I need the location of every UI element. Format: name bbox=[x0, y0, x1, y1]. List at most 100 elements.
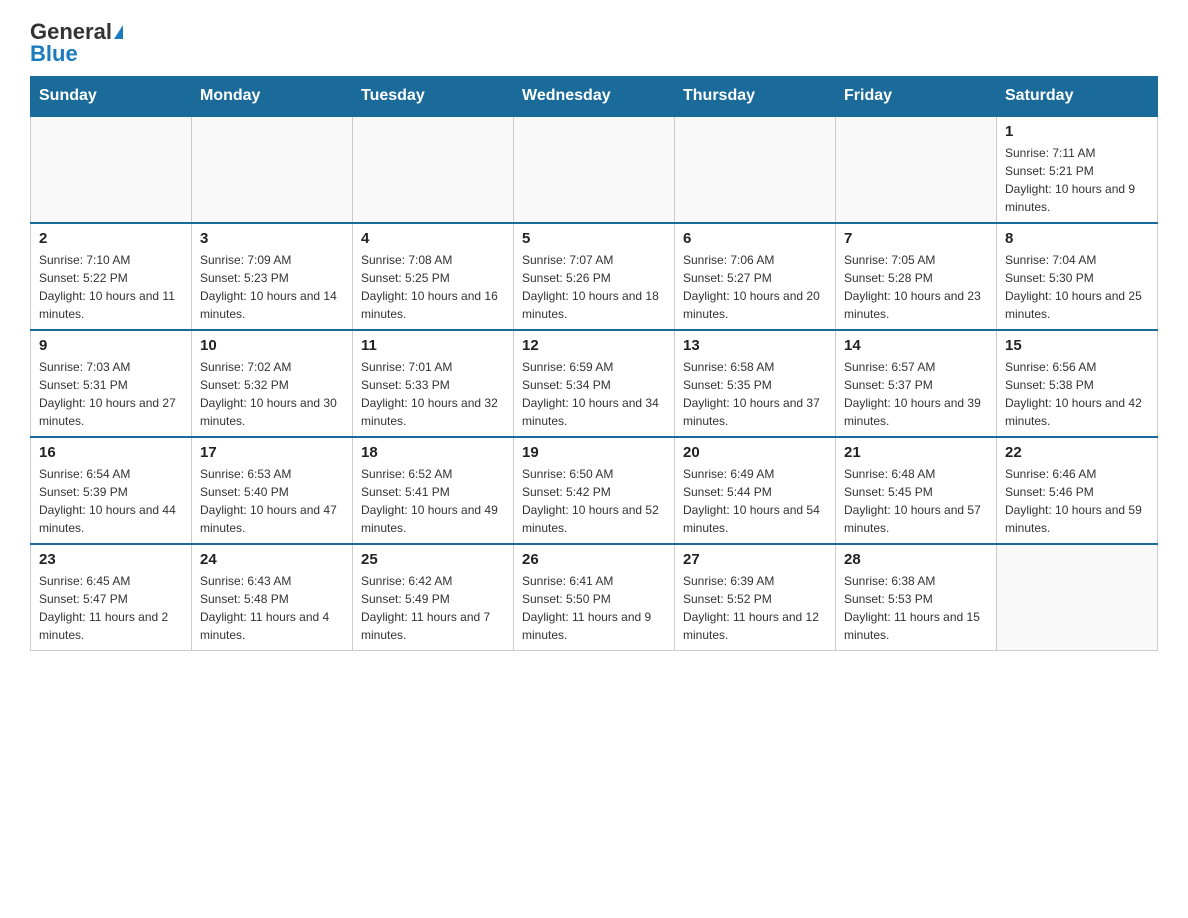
day-cell: 3 Sunrise: 7:09 AMSunset: 5:23 PMDaylight… bbox=[192, 223, 353, 330]
day-number: 10 bbox=[200, 337, 344, 354]
day-number: 26 bbox=[522, 551, 666, 568]
day-cell bbox=[997, 544, 1158, 651]
day-info: Sunrise: 6:48 AMSunset: 5:45 PMDaylight:… bbox=[844, 465, 988, 537]
day-cell bbox=[31, 116, 192, 223]
day-number: 13 bbox=[683, 337, 827, 354]
day-info: Sunrise: 6:45 AMSunset: 5:47 PMDaylight:… bbox=[39, 572, 183, 644]
day-number: 23 bbox=[39, 551, 183, 568]
day-cell: 6Sunrise: 7:06 AMSunset: 5:27 PMDaylight… bbox=[675, 223, 836, 330]
day-info: Sunrise: 7:08 AMSunset: 5:25 PMDaylight:… bbox=[361, 251, 505, 323]
day-cell: 14 Sunrise: 6:57 AMSunset: 5:37 PMDayligh… bbox=[836, 330, 997, 437]
logo-blue: Blue bbox=[30, 42, 78, 66]
day-number: 18 bbox=[361, 444, 505, 461]
day-info: Sunrise: 6:53 AMSunset: 5:40 PMDaylight:… bbox=[200, 465, 344, 537]
day-header-thursday: Thursday bbox=[675, 77, 836, 117]
day-info: Sunrise: 7:07 AMSunset: 5:26 PMDaylight:… bbox=[522, 251, 666, 323]
day-info: Sunrise: 7:01 AMSunset: 5:33 PMDaylight:… bbox=[361, 358, 505, 430]
day-info: Sunrise: 6:43 AMSunset: 5:48 PMDaylight:… bbox=[200, 572, 344, 644]
day-cell: 5 Sunrise: 7:07 AMSunset: 5:26 PMDaylight… bbox=[514, 223, 675, 330]
day-header-wednesday: Wednesday bbox=[514, 77, 675, 117]
calendar-body: 1Sunrise: 7:11 AMSunset: 5:21 PMDaylight… bbox=[31, 116, 1158, 651]
day-cell: 11 Sunrise: 7:01 AMSunset: 5:33 PMDayligh… bbox=[353, 330, 514, 437]
day-cell: 9 Sunrise: 7:03 AMSunset: 5:31 PMDaylight… bbox=[31, 330, 192, 437]
day-info: Sunrise: 6:41 AMSunset: 5:50 PMDaylight:… bbox=[522, 572, 666, 644]
day-cell: 20 Sunrise: 6:49 AMSunset: 5:44 PMDayligh… bbox=[675, 437, 836, 544]
day-info: Sunrise: 6:52 AMSunset: 5:41 PMDaylight:… bbox=[361, 465, 505, 537]
calendar-table: SundayMondayTuesdayWednesdayThursdayFrid… bbox=[30, 76, 1158, 651]
logo: General Blue bbox=[30, 20, 123, 66]
day-number: 22 bbox=[1005, 444, 1149, 461]
logo-triangle-icon bbox=[114, 25, 123, 39]
day-cell bbox=[675, 116, 836, 223]
day-info: Sunrise: 6:46 AMSunset: 5:46 PMDaylight:… bbox=[1005, 465, 1149, 537]
day-cell: 27 Sunrise: 6:39 AMSunset: 5:52 PMDayligh… bbox=[675, 544, 836, 651]
day-number: 14 bbox=[844, 337, 988, 354]
day-number: 16 bbox=[39, 444, 183, 461]
day-cell bbox=[514, 116, 675, 223]
day-header-friday: Friday bbox=[836, 77, 997, 117]
day-number: 11 bbox=[361, 337, 505, 354]
day-number: 20 bbox=[683, 444, 827, 461]
day-cell: 21 Sunrise: 6:48 AMSunset: 5:45 PMDayligh… bbox=[836, 437, 997, 544]
day-header-monday: Monday bbox=[192, 77, 353, 117]
day-cell: 13 Sunrise: 6:58 AMSunset: 5:35 PMDayligh… bbox=[675, 330, 836, 437]
day-number: 17 bbox=[200, 444, 344, 461]
day-cell: 10 Sunrise: 7:02 AMSunset: 5:32 PMDayligh… bbox=[192, 330, 353, 437]
day-number: 9 bbox=[39, 337, 183, 354]
day-header-tuesday: Tuesday bbox=[353, 77, 514, 117]
day-cell bbox=[353, 116, 514, 223]
day-info: Sunrise: 7:04 AMSunset: 5:30 PMDaylight:… bbox=[1005, 251, 1149, 323]
days-of-week-row: SundayMondayTuesdayWednesdayThursdayFrid… bbox=[31, 77, 1158, 117]
day-number: 7 bbox=[844, 230, 988, 247]
day-number: 21 bbox=[844, 444, 988, 461]
day-number: 1 bbox=[1005, 123, 1149, 140]
day-info: Sunrise: 6:54 AMSunset: 5:39 PMDaylight:… bbox=[39, 465, 183, 537]
calendar-header: SundayMondayTuesdayWednesdayThursdayFrid… bbox=[31, 77, 1158, 117]
week-row-3: 9 Sunrise: 7:03 AMSunset: 5:31 PMDaylight… bbox=[31, 330, 1158, 437]
week-row-4: 16 Sunrise: 6:54 AMSunset: 5:39 PMDayligh… bbox=[31, 437, 1158, 544]
day-number: 24 bbox=[200, 551, 344, 568]
day-info: Sunrise: 7:03 AMSunset: 5:31 PMDaylight:… bbox=[39, 358, 183, 430]
day-number: 6 bbox=[683, 230, 827, 247]
day-number: 27 bbox=[683, 551, 827, 568]
day-number: 19 bbox=[522, 444, 666, 461]
day-info: Sunrise: 6:50 AMSunset: 5:42 PMDaylight:… bbox=[522, 465, 666, 537]
day-info: Sunrise: 6:57 AMSunset: 5:37 PMDaylight:… bbox=[844, 358, 988, 430]
day-cell: 15Sunrise: 6:56 AMSunset: 5:38 PMDayligh… bbox=[997, 330, 1158, 437]
day-info: Sunrise: 6:39 AMSunset: 5:52 PMDaylight:… bbox=[683, 572, 827, 644]
day-cell: 7 Sunrise: 7:05 AMSunset: 5:28 PMDaylight… bbox=[836, 223, 997, 330]
day-info: Sunrise: 6:58 AMSunset: 5:35 PMDaylight:… bbox=[683, 358, 827, 430]
day-info: Sunrise: 7:05 AMSunset: 5:28 PMDaylight:… bbox=[844, 251, 988, 323]
day-number: 28 bbox=[844, 551, 988, 568]
day-number: 2 bbox=[39, 230, 183, 247]
week-row-2: 2 Sunrise: 7:10 AMSunset: 5:22 PMDaylight… bbox=[31, 223, 1158, 330]
day-cell: 23 Sunrise: 6:45 AMSunset: 5:47 PMDayligh… bbox=[31, 544, 192, 651]
day-header-saturday: Saturday bbox=[997, 77, 1158, 117]
day-info: Sunrise: 7:09 AMSunset: 5:23 PMDaylight:… bbox=[200, 251, 344, 323]
day-cell bbox=[192, 116, 353, 223]
day-number: 5 bbox=[522, 230, 666, 247]
day-info: Sunrise: 6:49 AMSunset: 5:44 PMDaylight:… bbox=[683, 465, 827, 537]
day-cell: 4Sunrise: 7:08 AMSunset: 5:25 PMDaylight… bbox=[353, 223, 514, 330]
day-cell: 28 Sunrise: 6:38 AMSunset: 5:53 PMDayligh… bbox=[836, 544, 997, 651]
day-info: Sunrise: 7:10 AMSunset: 5:22 PMDaylight:… bbox=[39, 251, 183, 323]
day-number: 3 bbox=[200, 230, 344, 247]
day-cell: 16 Sunrise: 6:54 AMSunset: 5:39 PMDayligh… bbox=[31, 437, 192, 544]
week-row-5: 23 Sunrise: 6:45 AMSunset: 5:47 PMDayligh… bbox=[31, 544, 1158, 651]
day-cell: 22 Sunrise: 6:46 AMSunset: 5:46 PMDayligh… bbox=[997, 437, 1158, 544]
day-number: 25 bbox=[361, 551, 505, 568]
day-cell: 17 Sunrise: 6:53 AMSunset: 5:40 PMDayligh… bbox=[192, 437, 353, 544]
day-cell: 19 Sunrise: 6:50 AMSunset: 5:42 PMDayligh… bbox=[514, 437, 675, 544]
day-info: Sunrise: 7:02 AMSunset: 5:32 PMDaylight:… bbox=[200, 358, 344, 430]
day-cell: 18 Sunrise: 6:52 AMSunset: 5:41 PMDayligh… bbox=[353, 437, 514, 544]
day-cell: 8 Sunrise: 7:04 AMSunset: 5:30 PMDaylight… bbox=[997, 223, 1158, 330]
week-row-1: 1Sunrise: 7:11 AMSunset: 5:21 PMDaylight… bbox=[31, 116, 1158, 223]
day-cell: 12Sunrise: 6:59 AMSunset: 5:34 PMDayligh… bbox=[514, 330, 675, 437]
day-number: 8 bbox=[1005, 230, 1149, 247]
day-number: 12 bbox=[522, 337, 666, 354]
day-cell: 24 Sunrise: 6:43 AMSunset: 5:48 PMDayligh… bbox=[192, 544, 353, 651]
day-info: Sunrise: 6:56 AMSunset: 5:38 PMDaylight:… bbox=[1005, 358, 1149, 430]
day-cell: 1Sunrise: 7:11 AMSunset: 5:21 PMDaylight… bbox=[997, 116, 1158, 223]
day-info: Sunrise: 6:38 AMSunset: 5:53 PMDaylight:… bbox=[844, 572, 988, 644]
day-cell bbox=[836, 116, 997, 223]
